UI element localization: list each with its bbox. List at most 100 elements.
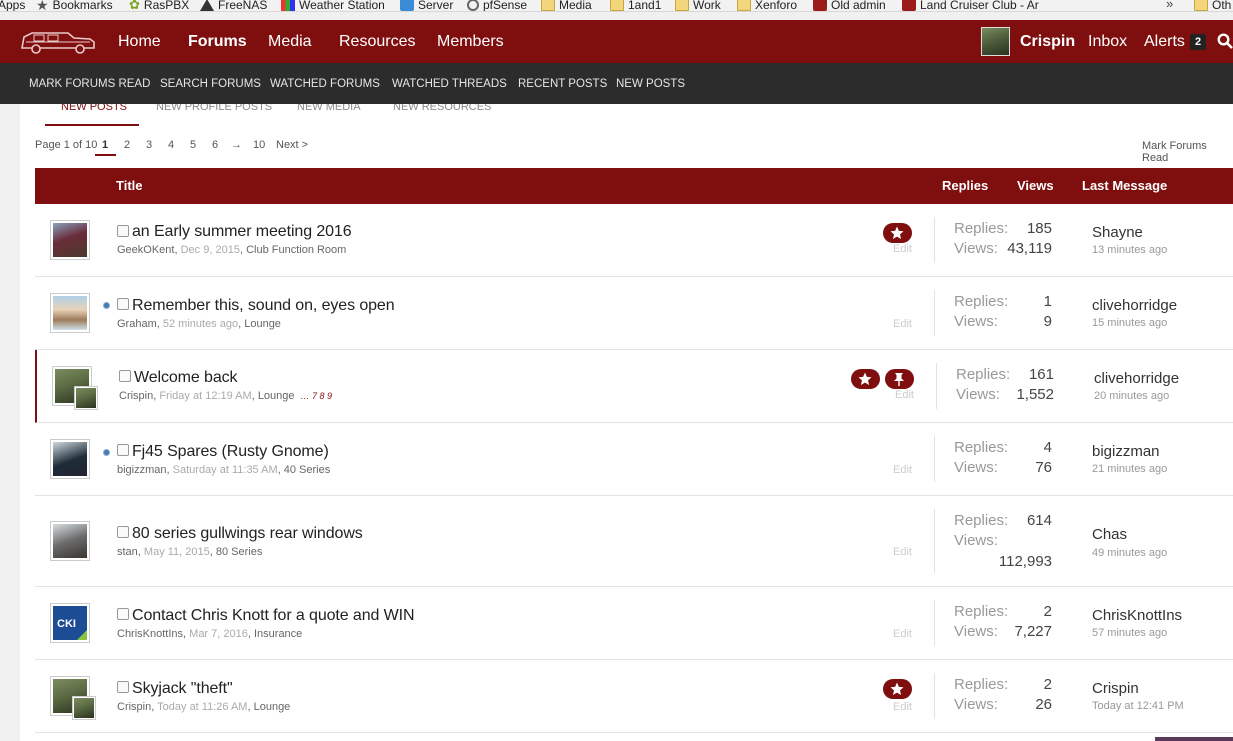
tab-new-resources[interactable]: NEW RESOURCES (393, 104, 491, 113)
last-message-user[interactable]: bigizzman (1092, 443, 1160, 460)
select-checkbox[interactable] (117, 681, 129, 693)
bookmark-server[interactable]: Server (400, 0, 453, 11)
edit-link[interactable]: Edit (895, 389, 914, 401)
edit-link[interactable]: Edit (893, 546, 912, 558)
last-poster-avatar[interactable] (72, 696, 96, 720)
last-message-user[interactable]: Chas (1092, 526, 1127, 543)
thread-title-link[interactable]: 80 series gullwings rear windows (132, 525, 363, 543)
mark-forums-read-link[interactable]: Mark Forums Read (1142, 140, 1233, 164)
last-message-time[interactable]: 21 minutes ago (1092, 463, 1167, 475)
pager-skip-arrow[interactable]: → (231, 139, 242, 151)
bookmark-pfsense[interactable]: pfSense (467, 0, 527, 11)
pager-page-4[interactable]: 4 (168, 139, 174, 151)
thread-title-link[interactable]: Fj45 Spares (Rusty Gnome) (132, 443, 329, 461)
thread-title-link[interactable]: Skyjack "theft" (132, 680, 233, 698)
thread-title-link[interactable]: an Early summer meeting 2016 (132, 223, 352, 241)
last-message-user[interactable]: clivehorridge (1094, 370, 1179, 387)
thread-title-link[interactable]: Remember this, sound on, eyes open (132, 297, 395, 315)
last-message-user[interactable]: ChrisKnottIns (1092, 607, 1182, 624)
column-title[interactable]: Title (116, 168, 143, 204)
column-last-message[interactable]: Last Message (1082, 168, 1167, 204)
pager-page-3[interactable]: 3 (146, 139, 152, 151)
edit-link[interactable]: Edit (893, 628, 912, 640)
last-message-time[interactable]: 15 minutes ago (1092, 317, 1167, 329)
edit-link[interactable]: Edit (893, 464, 912, 476)
edit-link[interactable]: Edit (893, 243, 912, 255)
nav-media[interactable]: Media (268, 20, 312, 63)
bookmark-media[interactable]: Media (541, 0, 592, 11)
avatar[interactable] (50, 521, 90, 561)
nav-members[interactable]: Members (437, 20, 504, 63)
last-message-time[interactable]: 49 minutes ago (1092, 547, 1167, 559)
last-poster-avatar[interactable] (74, 386, 98, 410)
avatar[interactable]: CKI (50, 603, 90, 643)
select-checkbox[interactable] (117, 444, 129, 456)
last-message-time[interactable]: 57 minutes ago (1092, 627, 1167, 639)
select-checkbox[interactable] (117, 526, 129, 538)
pager-page-2[interactable]: 2 (124, 139, 130, 151)
last-message-time[interactable]: 13 minutes ago (1092, 244, 1167, 256)
column-views[interactable]: Views (1017, 168, 1054, 204)
bookmark-work[interactable]: Work (675, 0, 721, 11)
bookmark-xenforo[interactable]: Xenforo (737, 0, 797, 11)
bookmark-land-cruiser-club[interactable]: Land Cruiser Club - Ar (902, 0, 1039, 11)
tab-new-profile-posts[interactable]: NEW PROFILE POSTS (156, 104, 272, 113)
bookmarks-overflow-button[interactable]: » (1166, 0, 1173, 11)
select-checkbox[interactable] (117, 608, 129, 620)
bookmark-other[interactable]: Oth (1194, 0, 1231, 11)
nav-home[interactable]: Home (118, 20, 161, 63)
select-checkbox[interactable] (117, 298, 129, 310)
nav-resources[interactable]: Resources (339, 20, 415, 63)
pager-page-5[interactable]: 5 (190, 139, 196, 151)
subnav-search-forums[interactable]: SEARCH FORUMS (160, 63, 261, 106)
star-icon: ★ (36, 0, 49, 12)
user-name-link[interactable]: Crispin (1020, 20, 1075, 63)
search-icon[interactable] (1217, 33, 1233, 49)
nav-forums[interactable]: Forums (188, 20, 247, 63)
table-row: Remember this, sound on, eyes open Graha… (35, 277, 1233, 350)
featured-badge (851, 369, 880, 389)
pager-page-1[interactable]: 1 (102, 139, 108, 151)
bookmark-old-admin[interactable]: Old admin (813, 0, 886, 11)
unread-indicator-icon (103, 302, 110, 309)
bookmark-freenas[interactable]: FreeNAS (200, 0, 267, 11)
inbox-link[interactable]: Inbox (1088, 20, 1127, 63)
bookmark-bookmarks[interactable]: ★ Bookmarks (36, 0, 113, 12)
tab-new-media[interactable]: NEW MEDIA (297, 104, 361, 113)
last-message-user[interactable]: clivehorridge (1092, 297, 1177, 314)
bookmark-raspbx[interactable]: ✿ RasPBX (129, 0, 189, 11)
land-cruiser-logo-icon[interactable] (18, 28, 98, 56)
subnav-recent-posts[interactable]: RECENT POSTS (518, 63, 607, 106)
subnav-mark-forums-read[interactable]: MARK FORUMS READ (29, 63, 150, 106)
thread-page-links[interactable]: … 7 8 9 (301, 391, 333, 401)
avatar[interactable] (50, 220, 90, 260)
subnav-new-posts[interactable]: NEW POSTS (616, 63, 685, 106)
last-message-time[interactable]: Today at 12:41 PM (1092, 700, 1184, 712)
last-message-user[interactable]: Crispin (1092, 680, 1139, 697)
last-message-time[interactable]: 20 minutes ago (1094, 390, 1169, 402)
pager-next-button[interactable]: Next > (276, 139, 308, 151)
column-replies[interactable]: Replies (942, 168, 988, 204)
alerts-link[interactable]: Alerts (1144, 20, 1185, 63)
avatar[interactable] (50, 293, 90, 333)
avatar[interactable] (50, 439, 90, 479)
user-avatar[interactable] (981, 27, 1010, 56)
subnav-watched-forums[interactable]: WATCHED FORUMS (270, 63, 380, 106)
weather-icon (281, 0, 295, 11)
pager-page-10[interactable]: 10 (253, 139, 265, 151)
bookmark-apps[interactable]: Apps (0, 0, 25, 11)
bookmark-1and1[interactable]: 1and1 (610, 0, 661, 11)
tab-new-posts[interactable]: NEW POSTS (61, 104, 127, 113)
edit-link[interactable]: Edit (893, 701, 912, 713)
bookmark-weather-station[interactable]: Weather Station (281, 0, 385, 11)
thread-title-link[interactable]: Welcome back (134, 369, 238, 387)
last-message-user[interactable]: Shayne (1092, 224, 1143, 241)
select-checkbox[interactable] (119, 370, 131, 382)
site-icon (813, 0, 827, 11)
thread-title-link[interactable]: Contact Chris Knott for a quote and WIN (132, 607, 415, 625)
star-icon (890, 226, 904, 239)
edit-link[interactable]: Edit (893, 318, 912, 330)
select-checkbox[interactable] (117, 225, 129, 237)
subnav-watched-threads[interactable]: WATCHED THREADS (392, 63, 507, 106)
pager-page-6[interactable]: 6 (212, 139, 218, 151)
